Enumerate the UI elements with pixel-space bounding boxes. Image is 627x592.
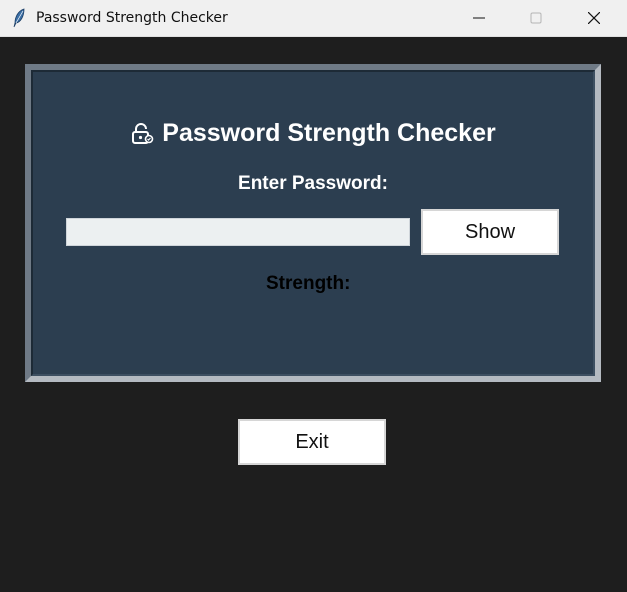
minimize-button[interactable] bbox=[451, 0, 507, 36]
lock-icon bbox=[132, 122, 154, 144]
maximize-icon bbox=[530, 12, 542, 24]
password-input[interactable] bbox=[66, 218, 410, 246]
maximize-button[interactable] bbox=[508, 0, 564, 36]
strength-label: Strength: bbox=[266, 273, 351, 294]
checker-panel: Password Strength Checker Enter Password… bbox=[25, 64, 601, 382]
close-button[interactable] bbox=[566, 0, 622, 36]
enter-password-label: Enter Password: bbox=[238, 173, 388, 194]
minimize-icon bbox=[473, 17, 485, 19]
window-title: Password Strength Checker bbox=[36, 10, 228, 26]
exit-button[interactable]: Exit bbox=[238, 419, 386, 465]
close-icon bbox=[588, 12, 600, 24]
feather-icon bbox=[13, 8, 25, 28]
page-title: Password Strength Checker bbox=[31, 119, 595, 148]
show-button[interactable]: Show bbox=[421, 209, 559, 255]
page-title-text: Password Strength Checker bbox=[162, 119, 496, 147]
title-bar: Password Strength Checker bbox=[0, 0, 627, 37]
